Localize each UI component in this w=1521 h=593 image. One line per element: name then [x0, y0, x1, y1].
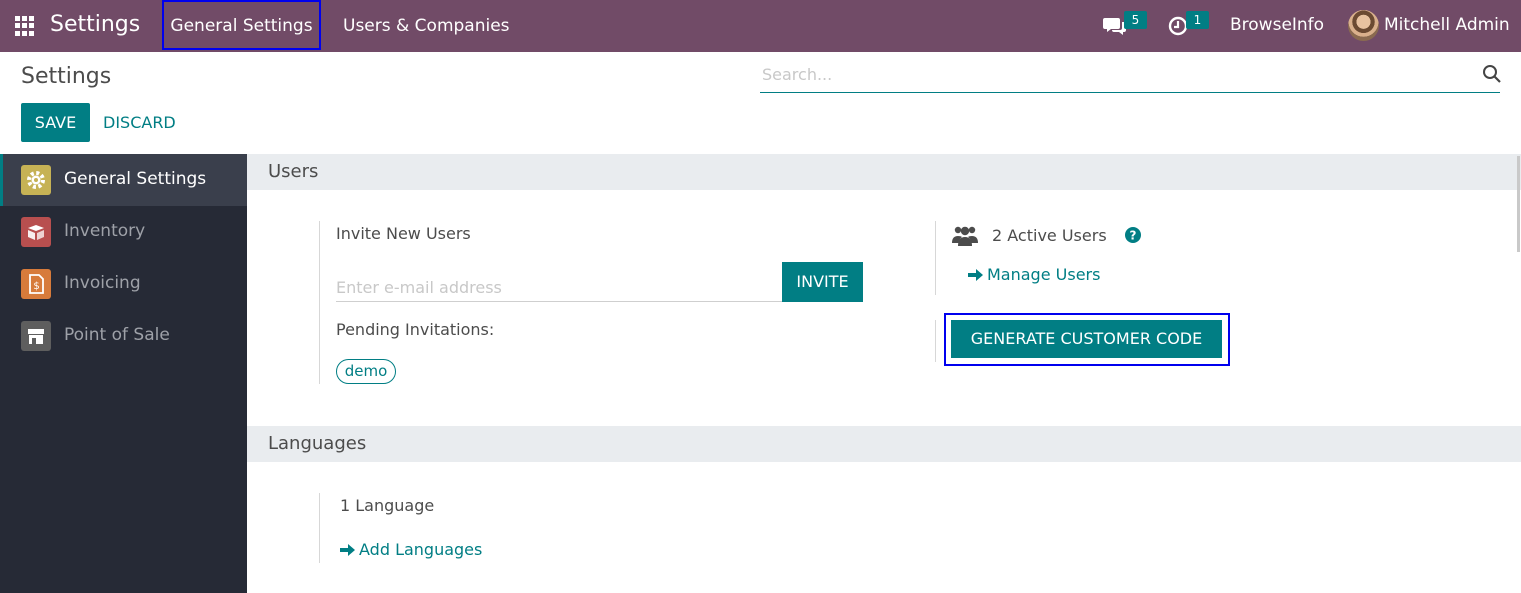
- sidebar-item-label: General Settings: [64, 169, 207, 189]
- language-count: 1 Language: [340, 496, 435, 515]
- store-icon: [21, 321, 51, 351]
- email-field[interactable]: [336, 274, 782, 302]
- gear-icon: [21, 165, 51, 195]
- app-brand[interactable]: Settings: [50, 12, 140, 37]
- menu-users-companies[interactable]: Users & Companies: [343, 0, 510, 52]
- divider: [319, 493, 320, 563]
- sidebar-item-label: Inventory: [64, 221, 146, 241]
- users-icon: [952, 226, 978, 246]
- help-icon[interactable]: ?: [1125, 227, 1141, 243]
- scrollbar[interactable]: [1517, 156, 1520, 252]
- divider: [319, 221, 320, 384]
- save-button[interactable]: SAVE: [21, 103, 90, 142]
- users-section-header: Users: [247, 154, 1521, 190]
- apps-menu-icon[interactable]: [15, 16, 35, 36]
- languages-section-header: Languages: [247, 426, 1521, 462]
- active-users-count: 2 Active Users: [992, 226, 1107, 245]
- discard-button[interactable]: DISCARD: [103, 103, 176, 142]
- activities-count-badge: 1: [1186, 11, 1209, 29]
- svg-text:?: ?: [1130, 229, 1137, 243]
- invite-users-label: Invite New Users: [336, 224, 471, 243]
- invite-button[interactable]: INVITE: [782, 262, 863, 302]
- pending-invitations-label: Pending Invitations:: [336, 320, 495, 339]
- sidebar-item-invoicing[interactable]: $ Invoicing: [0, 258, 247, 310]
- page-title: Settings: [21, 64, 112, 89]
- section-title: Languages: [268, 433, 367, 454]
- pending-invitation-tag[interactable]: demo: [336, 359, 396, 384]
- svg-text:$: $: [33, 281, 39, 292]
- activities-button[interactable]: 1: [1167, 0, 1211, 52]
- search-input[interactable]: [762, 62, 1462, 86]
- clock-icon: [1168, 16, 1188, 36]
- messages-button[interactable]: 5: [1103, 0, 1149, 52]
- invoice-icon: $: [21, 269, 51, 299]
- sidebar-item-general-settings[interactable]: General Settings: [0, 154, 247, 206]
- generate-customer-code-button[interactable]: GENERATE CUSTOMER CODE: [951, 320, 1222, 358]
- section-title: Users: [268, 161, 319, 182]
- add-languages-label: Add Languages: [359, 540, 483, 559]
- box-icon: [21, 217, 51, 247]
- arrow-right-icon: [968, 269, 983, 281]
- divider: [935, 221, 936, 295]
- user-avatar[interactable]: [1348, 10, 1379, 41]
- menu-general-settings[interactable]: General Settings: [162, 0, 321, 50]
- sidebar-item-inventory[interactable]: Inventory: [0, 206, 247, 258]
- top-navbar: Settings General Settings Users & Compan…: [0, 0, 1521, 52]
- manage-users-label: Manage Users: [987, 265, 1101, 284]
- arrow-right-icon: [340, 544, 355, 556]
- sidebar-item-label: Invoicing: [64, 273, 141, 293]
- user-menu[interactable]: Mitchell Admin: [1384, 15, 1510, 35]
- sidebar-item-label: Point of Sale: [64, 325, 170, 345]
- settings-sidebar: General Settings Inventory $ Invoicing P…: [0, 154, 247, 593]
- divider: [935, 320, 936, 362]
- search-bar: [760, 56, 1502, 93]
- messages-count-badge: 5: [1124, 11, 1147, 29]
- search-icon[interactable]: [1482, 64, 1502, 84]
- sidebar-item-point-of-sale[interactable]: Point of Sale: [0, 310, 247, 362]
- company-switcher[interactable]: BrowseInfo: [1230, 15, 1324, 35]
